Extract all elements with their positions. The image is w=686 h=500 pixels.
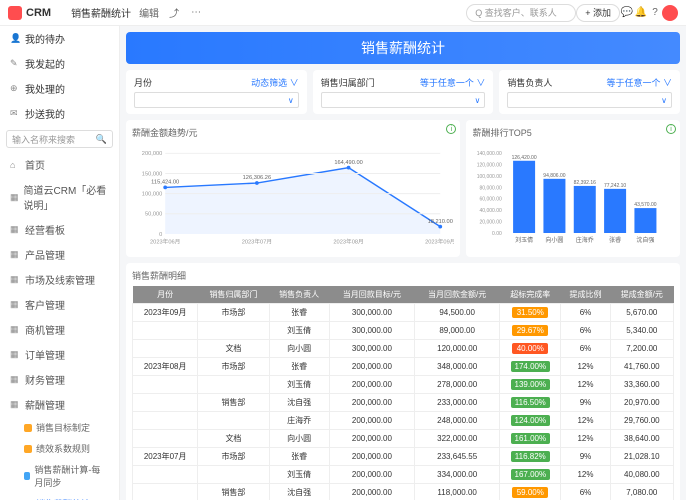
svg-text:2023年08月: 2023年08月 — [333, 237, 363, 245]
share-icon[interactable]: ⤴ — [167, 6, 181, 20]
svg-text:向小圆: 向小圆 — [546, 236, 564, 244]
svg-text:张睿: 张睿 — [610, 236, 622, 244]
page-banner: 销售薪酬统计 — [126, 32, 680, 64]
svg-text:60,000.00: 60,000.00 — [480, 197, 502, 203]
table-row[interactable]: 文档向小圆200,000.00322,000.00161.00%12%38,64… — [133, 430, 674, 448]
sidebar-nav-item[interactable]: ▦客户管理 — [0, 292, 119, 317]
info-icon[interactable]: i — [666, 124, 676, 134]
svg-text:2023年09月: 2023年09月 — [425, 237, 454, 245]
table-header: 提成金额/元 — [610, 286, 673, 304]
svg-text:43,570.00: 43,570.00 — [635, 202, 657, 208]
filter-dropdown[interactable]: ∨ — [507, 92, 672, 108]
sidebar-nav-item[interactable]: ▦订单管理 — [0, 342, 119, 367]
sidebar: 👤我的待办✎我发起的⊕我处理的✉抄送我的 输入名称来搜索🔍 ⌂首页▦简道云CRM… — [0, 26, 120, 500]
svg-text:2023年07月: 2023年07月 — [242, 237, 272, 245]
svg-text:150,000: 150,000 — [142, 171, 163, 177]
svg-text:126,420.00: 126,420.00 — [512, 155, 537, 161]
svg-text:164,490.00: 164,490.00 — [334, 160, 362, 166]
bell-icon[interactable]: 🔔 — [634, 6, 648, 20]
table-row[interactable]: 2023年08月市场部张睿200,000.00348,000.00174.00%… — [133, 358, 674, 376]
app-brand: CRM — [26, 7, 51, 19]
svg-text:80,000.00: 80,000.00 — [480, 185, 502, 191]
more-icon[interactable]: ⋯ — [189, 6, 203, 20]
filter-card: 销售归属部门等于任意一个 ∨∨ — [313, 70, 494, 114]
table-header: 提成比例 — [561, 286, 610, 304]
sidebar-nav-item[interactable]: ▦市场及线索管理 — [0, 267, 119, 292]
sidebar-nav-item[interactable]: ▦财务管理 — [0, 367, 119, 392]
table-header: 超标完成率 — [500, 286, 561, 304]
sidebar-item[interactable]: ⊕我处理的 — [0, 76, 119, 101]
table-header: 月份 — [133, 286, 198, 304]
table-header: 当月回款目标/元 — [329, 286, 414, 304]
trend-chart: i 薪酬金额趋势/元 50,000100,000150,000200,00001… — [126, 120, 460, 257]
table-row[interactable]: 2023年09月市场部张睿300,000.0094,500.0031.50%6%… — [133, 304, 674, 322]
svg-text:200,000: 200,000 — [142, 151, 163, 157]
sidebar-nav-item[interactable]: ▦薪酬管理 — [0, 392, 119, 417]
svg-text:刘玉倩: 刘玉倩 — [516, 236, 534, 244]
page-title: 销售薪酬统计 — [71, 5, 131, 20]
svg-text:50,000: 50,000 — [145, 212, 162, 218]
chat-icon[interactable]: 💬 — [620, 6, 634, 20]
sidebar-item[interactable]: ✉抄送我的 — [0, 101, 119, 126]
filter-mode[interactable]: 动态筛选 ∨ — [251, 76, 299, 89]
svg-text:庄海乔: 庄海乔 — [576, 236, 594, 244]
svg-text:115,424.00: 115,424.00 — [151, 180, 179, 186]
table-row[interactable]: 刘玉倩200,000.00278,000.00139.00%12%33,360.… — [133, 376, 674, 394]
filter-card: 销售负责人等于任意一个 ∨∨ — [499, 70, 680, 114]
edit-link[interactable]: 编辑 — [139, 5, 159, 20]
table-header: 销售负责人 — [269, 286, 329, 304]
svg-text:20,000.00: 20,000.00 — [480, 220, 502, 226]
svg-text:2023年06月: 2023年06月 — [150, 237, 180, 245]
table-row[interactable]: 销售部沈自强200,000.00118,000.0059.00%6%7,080.… — [133, 484, 674, 500]
table-row[interactable]: 2023年07月市场部张睿200,000.00233,645.55116.82%… — [133, 448, 674, 466]
table-row[interactable]: 刘玉倩300,000.0089,000.0029.67%6%5,340.00 — [133, 322, 674, 340]
svg-text:120,000.00: 120,000.00 — [477, 162, 502, 168]
sidebar-item[interactable]: ✎我发起的 — [0, 51, 119, 76]
sidebar-nav-item[interactable]: ▦产品管理 — [0, 242, 119, 267]
filter-mode[interactable]: 等于任意一个 ∨ — [420, 76, 486, 89]
filter-dropdown[interactable]: ∨ — [321, 92, 486, 108]
global-search[interactable]: Q 查找客户、联系人 — [466, 4, 576, 22]
sidebar-nav-item[interactable]: ▦经营看板 — [0, 217, 119, 242]
svg-text:40,000.00: 40,000.00 — [480, 208, 502, 214]
svg-text:0.00: 0.00 — [493, 231, 503, 237]
add-button[interactable]: + 添加 — [576, 4, 620, 22]
table-row[interactable]: 庄海乔200,000.00248,000.00124.00%12%29,760.… — [133, 412, 674, 430]
filter-dropdown[interactable]: ∨ — [134, 92, 299, 108]
user-avatar[interactable] — [662, 5, 678, 21]
sidebar-nav-item[interactable]: ▦商机管理 — [0, 317, 119, 342]
table-row[interactable]: 刘玉倩200,000.00334,000.00167.00%12%40,080.… — [133, 466, 674, 484]
sidebar-sub-item[interactable]: 销售薪酬计算-每月同步 — [0, 459, 119, 493]
sidebar-item[interactable]: 👤我的待办 — [0, 26, 119, 51]
svg-text:100,000: 100,000 — [142, 192, 163, 198]
svg-text:77,242.10: 77,242.10 — [604, 183, 626, 189]
info-icon[interactable]: i — [446, 124, 456, 134]
rank-chart: i 薪酬排行TOP5 20,000.0040,000.0060,000.0080… — [466, 120, 680, 257]
table-header: 当月回款金额/元 — [415, 286, 500, 304]
svg-text:沈自强: 沈自强 — [637, 236, 655, 244]
svg-text:82,392.16: 82,392.16 — [574, 180, 596, 186]
sidebar-sub-item[interactable]: 销售目标制定 — [0, 417, 119, 438]
filter-mode[interactable]: 等于任意一个 ∨ — [607, 76, 673, 89]
svg-text:100,000.00: 100,000.00 — [477, 174, 502, 180]
sidebar-nav-item[interactable]: ▦简道云CRM「必看说明」 — [0, 177, 119, 217]
svg-text:140,000.00: 140,000.00 — [477, 151, 502, 157]
app-logo — [8, 6, 22, 20]
table-row[interactable]: 销售部沈自强200,000.00233,000.00116.50%9%20,97… — [133, 394, 674, 412]
table-row[interactable]: 文档向小圆300,000.00120,000.0040.00%6%7,200.0… — [133, 340, 674, 358]
detail-table: 销售薪酬明细 月份销售归属部门销售负责人当月回款目标/元当月回款金额/元超标完成… — [126, 263, 680, 500]
svg-text:94,806.00: 94,806.00 — [544, 173, 566, 179]
sidebar-search[interactable]: 输入名称来搜索🔍 — [6, 130, 113, 148]
svg-text:126,306.26: 126,306.26 — [243, 175, 271, 181]
sidebar-sub-item[interactable]: 销售薪酬统计 — [0, 493, 119, 500]
sidebar-sub-item[interactable]: 绩效系数规则 — [0, 438, 119, 459]
filter-card: 月份动态筛选 ∨∨ — [126, 70, 307, 114]
svg-text:0: 0 — [159, 232, 162, 238]
help-icon[interactable]: ? — [648, 6, 662, 20]
sidebar-nav-item[interactable]: ⌂首页 — [0, 152, 119, 177]
table-header: 销售归属部门 — [198, 286, 269, 304]
svg-text:18,210.00: 18,210.00 — [428, 219, 453, 225]
